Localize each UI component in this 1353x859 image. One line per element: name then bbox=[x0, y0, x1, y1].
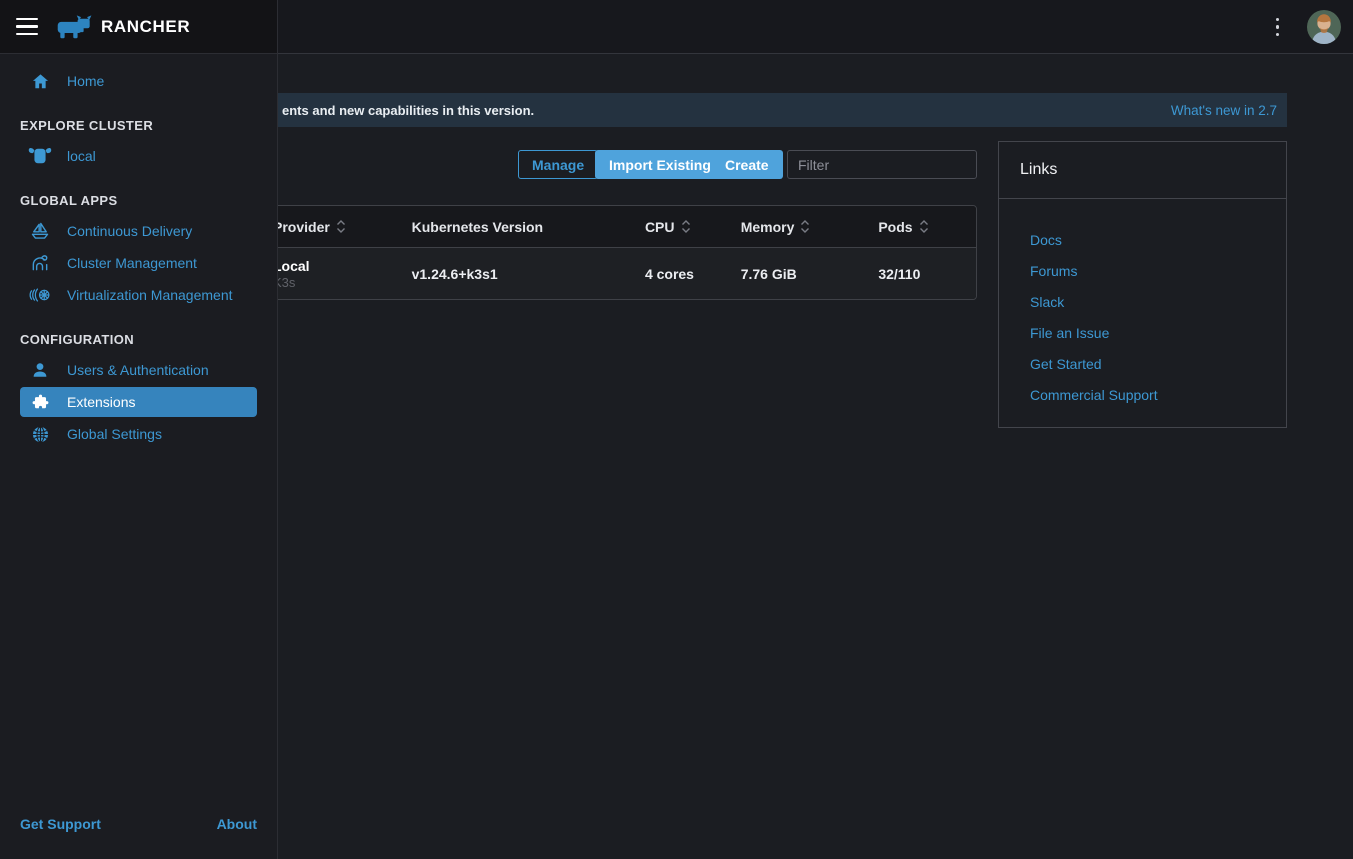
sidebar-item-continuous-delivery[interactable]: Continuous Delivery bbox=[20, 216, 257, 246]
sidebar-item-global-settings[interactable]: Global Settings bbox=[20, 419, 257, 449]
sidebar-item-local-cluster[interactable]: local bbox=[20, 141, 257, 171]
clusters-table-header: Provider Kubernetes Version CPU Memory bbox=[259, 206, 976, 248]
link-docs[interactable]: Docs bbox=[1030, 225, 1286, 256]
sidebar-header: RANCHER bbox=[0, 0, 277, 54]
link-get-started[interactable]: Get Started bbox=[1030, 349, 1286, 380]
cell-memory: 7.76 GiB bbox=[727, 248, 865, 299]
sidebar: RANCHER Home EXPLORE CLUSTER l bbox=[0, 0, 278, 859]
brand-name: RANCHER bbox=[101, 17, 190, 37]
section-configuration: CONFIGURATION bbox=[20, 332, 277, 347]
links-panel: Links Docs Forums Slack File an Issue Ge… bbox=[998, 141, 1287, 428]
sort-icon bbox=[336, 220, 346, 233]
manage-button[interactable]: Manage bbox=[518, 150, 598, 179]
sidebar-nav: Home EXPLORE CLUSTER local GLOBAL APPS bbox=[0, 54, 277, 803]
rancher-logo[interactable]: RANCHER bbox=[56, 14, 190, 40]
filter-input[interactable] bbox=[787, 150, 977, 179]
create-button[interactable]: Create bbox=[711, 150, 783, 179]
cluster-row-local[interactable]: Local K3s v1.24.6+k3s1 4 cores 7.76 GiB … bbox=[259, 248, 976, 299]
virtualization-management-icon bbox=[28, 286, 52, 304]
sort-icon bbox=[681, 220, 691, 233]
sort-icon bbox=[800, 220, 810, 233]
cell-cpu: 4 cores bbox=[631, 248, 727, 299]
column-header-kubernetes-version[interactable]: Kubernetes Version bbox=[398, 206, 631, 247]
sort-icon bbox=[919, 220, 929, 233]
about-link[interactable]: About bbox=[217, 816, 257, 832]
column-header-cpu[interactable]: CPU bbox=[631, 206, 727, 247]
cell-pods: 32/110 bbox=[864, 248, 976, 299]
get-support-link[interactable]: Get Support bbox=[20, 816, 101, 832]
sidebar-item-users-authentication[interactable]: Users & Authentication bbox=[20, 355, 257, 385]
rancher-app: ents and new capabilities in this versio… bbox=[0, 0, 1353, 859]
hamburger-menu-icon[interactable] bbox=[16, 14, 38, 40]
sidebar-item-cluster-management[interactable]: Cluster Management bbox=[20, 248, 257, 278]
links-panel-title: Links bbox=[999, 142, 1286, 199]
puzzle-icon bbox=[28, 393, 52, 412]
avatar-photo bbox=[1307, 10, 1341, 44]
section-global-apps: GLOBAL APPS bbox=[20, 193, 277, 208]
banner-message: ents and new capabilities in this versio… bbox=[282, 103, 534, 118]
cluster-provider: Local bbox=[273, 258, 310, 275]
home-icon bbox=[28, 72, 52, 91]
cell-provider: Local K3s bbox=[259, 248, 398, 299]
user-avatar[interactable] bbox=[1307, 10, 1341, 44]
link-commercial-support[interactable]: Commercial Support bbox=[1030, 380, 1286, 411]
import-existing-button[interactable]: Import Existing bbox=[595, 150, 725, 179]
globe-icon bbox=[28, 425, 52, 444]
column-header-pods[interactable]: Pods bbox=[864, 206, 976, 247]
column-header-memory[interactable]: Memory bbox=[727, 206, 865, 247]
cell-kubernetes-version: v1.24.6+k3s1 bbox=[398, 248, 631, 299]
cluster-management-icon bbox=[28, 253, 52, 273]
sidebar-item-home[interactable]: Home bbox=[20, 66, 257, 96]
sidebar-item-virtualization-management[interactable]: Virtualization Management bbox=[20, 280, 257, 310]
link-file-an-issue[interactable]: File an Issue bbox=[1030, 318, 1286, 349]
rancher-cow-icon bbox=[56, 14, 94, 40]
link-forums[interactable]: Forums bbox=[1030, 256, 1286, 287]
column-header-provider[interactable]: Provider bbox=[259, 206, 398, 247]
whats-new-link[interactable]: What's new in 2.7 bbox=[1171, 103, 1277, 118]
sidebar-item-extensions[interactable]: Extensions bbox=[20, 387, 257, 417]
sailboat-icon bbox=[28, 221, 52, 241]
clusters-table: Provider Kubernetes Version CPU Memory bbox=[258, 205, 977, 300]
sidebar-footer: Get Support About bbox=[0, 803, 277, 859]
links-list: Docs Forums Slack File an Issue Get Star… bbox=[999, 199, 1286, 411]
link-slack[interactable]: Slack bbox=[1030, 287, 1286, 318]
user-icon bbox=[28, 361, 52, 379]
section-explore-cluster: EXPLORE CLUSTER bbox=[20, 118, 277, 133]
steer-icon bbox=[28, 146, 52, 166]
kebab-menu-icon[interactable] bbox=[1268, 12, 1288, 43]
